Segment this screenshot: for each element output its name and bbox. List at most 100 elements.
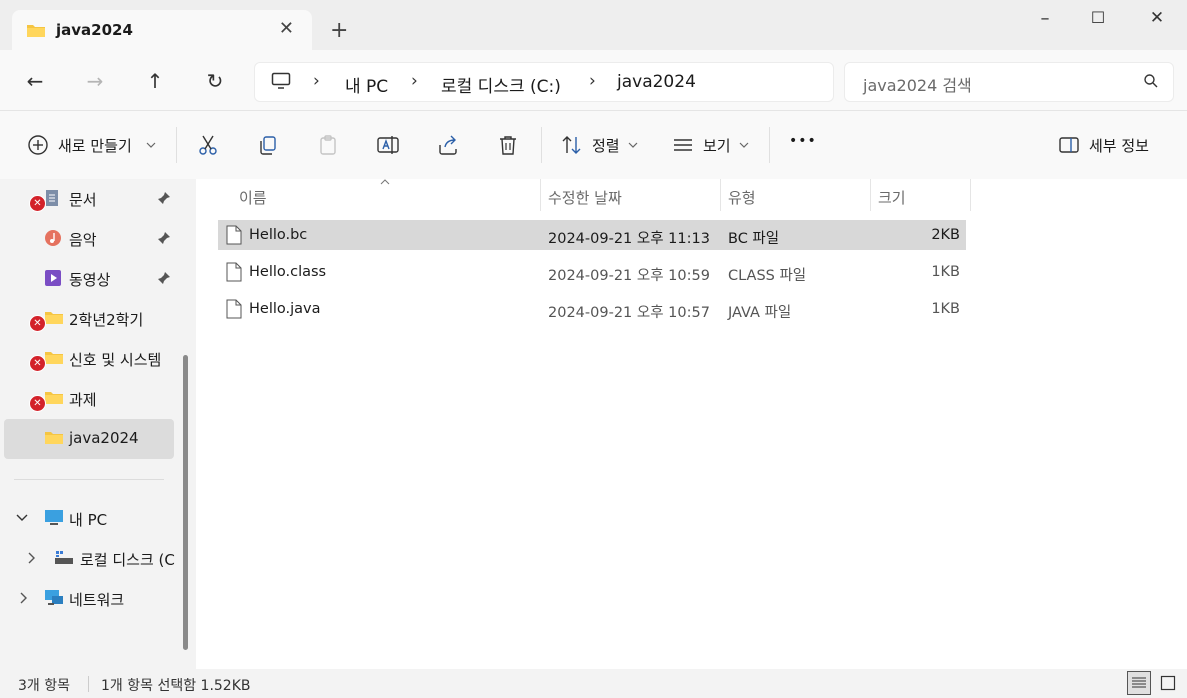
chevron-down-icon	[146, 142, 156, 148]
sidebar-item-2학년2학기[interactable]: ✕ 2학년2학기	[4, 299, 174, 339]
column-divider[interactable]	[970, 179, 971, 211]
breadcrumb-separator: ›	[589, 71, 596, 91]
chevron-right-icon[interactable]	[28, 552, 36, 564]
tab-close-button[interactable]: ✕	[279, 19, 294, 39]
refresh-button[interactable]: ↻	[200, 66, 230, 96]
file-type: CLASS 파일	[728, 268, 807, 284]
file-date: 2024-09-21 오후 10:57	[548, 305, 710, 321]
sync-error-icon: ✕	[29, 195, 46, 212]
column-header-size[interactable]: 크기	[878, 187, 906, 208]
pin-icon[interactable]	[157, 191, 171, 205]
sidebar-item-label: 신호 및 시스템	[69, 351, 162, 369]
close-window-button[interactable]: ✕	[1134, 8, 1180, 30]
paste-icon[interactable]	[316, 133, 340, 157]
sync-error-icon: ✕	[29, 315, 46, 332]
file-type: BC 파일	[728, 231, 780, 247]
column-divider[interactable]	[720, 179, 721, 211]
status-divider	[88, 676, 89, 692]
sidebar-item-local-disk[interactable]: 로컬 디스크 (C	[4, 539, 176, 579]
chevron-down-icon[interactable]	[16, 514, 28, 522]
sort-button[interactable]: 정렬	[592, 135, 620, 156]
chevron-down-icon	[739, 142, 749, 148]
column-divider[interactable]	[540, 179, 541, 211]
tab-java2024[interactable]: java2024 ✕	[12, 10, 312, 50]
large-icons-view-icon[interactable]	[1160, 675, 1176, 691]
view-icon	[674, 139, 692, 151]
breadcrumb-this-pc[interactable]: 내 PC	[345, 72, 388, 97]
column-header-type[interactable]: 유형	[728, 187, 756, 208]
new-button[interactable]: 새로 만들기	[58, 135, 132, 156]
sidebar-item-label: 동영상	[69, 271, 111, 289]
pin-icon[interactable]	[157, 271, 171, 285]
toolbar-divider	[176, 127, 177, 163]
sidebar-item-videos[interactable]: 동영상	[4, 259, 174, 299]
sidebar-item-label: 2학년2학기	[69, 311, 144, 329]
sidebar-item-label: 네트워크	[69, 591, 125, 609]
sidebar-item-documents[interactable]: ✕ 문서	[4, 179, 174, 219]
computer-icon	[271, 72, 291, 89]
music-icon	[45, 230, 61, 246]
sort-ascending-icon	[380, 179, 390, 185]
sidebar-item-music[interactable]: 음악	[4, 219, 174, 259]
copy-icon[interactable]	[256, 133, 280, 157]
toolbar-divider	[769, 127, 770, 163]
details-view-icon	[1132, 677, 1146, 688]
chevron-right-icon[interactable]	[20, 592, 28, 604]
sidebar-item-label: 문서	[69, 191, 97, 209]
status-bar: 3개 항목 1개 항목 선택함 1.52KB	[0, 669, 1187, 698]
search-input[interactable]: java2024 검색	[863, 72, 972, 96]
rename-icon[interactable]	[376, 133, 400, 157]
maximize-button[interactable]: ☐	[1075, 8, 1121, 30]
sidebar-item-signals-and-systems[interactable]: ✕ 신호 및 시스템	[4, 339, 174, 379]
sidebar-scrollbar[interactable]	[183, 355, 188, 650]
column-header-date[interactable]: 수정한 날짜	[548, 187, 622, 208]
sidebar-item-assignments[interactable]: ✕ 과제	[4, 379, 174, 419]
file-type: JAVA 파일	[728, 305, 792, 321]
videos-icon	[45, 270, 61, 286]
share-icon[interactable]	[436, 133, 460, 157]
network-icon	[45, 590, 63, 605]
folder-icon	[27, 25, 45, 37]
forward-button[interactable]: →	[80, 66, 110, 96]
pin-icon[interactable]	[157, 231, 171, 245]
view-button[interactable]: 보기	[703, 135, 731, 156]
breadcrumb-java2024[interactable]: java2024	[617, 72, 696, 92]
breadcrumb-separator: ›	[411, 71, 418, 91]
search-box[interactable]: java2024 검색	[844, 62, 1174, 102]
back-button[interactable]: ←	[20, 66, 50, 96]
new-tab-button[interactable]: +	[330, 20, 348, 42]
details-pane-icon	[1059, 137, 1079, 153]
more-options-button[interactable]: •••	[789, 133, 817, 149]
file-icon	[226, 225, 242, 245]
column-header-name[interactable]: 이름	[239, 187, 267, 208]
file-name: Hello.bc	[249, 227, 308, 243]
address-bar[interactable]: › 내 PC › 로컬 디스크 (C:) › java2024	[254, 62, 834, 102]
sidebar-item-java2024[interactable]: java2024	[4, 419, 174, 459]
sidebar-item-label: 음악	[69, 231, 97, 249]
breadcrumb-local-disk[interactable]: 로컬 디스크 (C:)	[441, 72, 561, 97]
computer-icon	[45, 510, 63, 525]
folder-icon	[45, 392, 63, 404]
delete-icon[interactable]	[496, 133, 520, 157]
sidebar-item-this-pc[interactable]: 내 PC	[4, 499, 174, 539]
file-size: 1KB	[931, 264, 960, 280]
file-row-hello-class[interactable]: Hello.class 2024-09-21 오후 10:59 CLASS 파일…	[218, 257, 966, 287]
up-button[interactable]: ↑	[140, 66, 170, 96]
folder-icon	[45, 432, 63, 444]
file-icon	[226, 299, 242, 319]
file-row-hello-java[interactable]: Hello.java 2024-09-21 오후 10:57 JAVA 파일 1…	[218, 294, 966, 324]
sidebar-item-network[interactable]: 네트워크	[4, 579, 174, 619]
column-divider[interactable]	[870, 179, 871, 211]
folder-icon	[45, 352, 63, 364]
file-icon	[226, 262, 242, 282]
search-icon	[1144, 74, 1158, 88]
cut-icon[interactable]	[196, 133, 220, 157]
new-icon	[28, 135, 48, 155]
file-row-hello-bc[interactable]: Hello.bc 2024-09-21 오후 11:13 BC 파일 2KB	[218, 220, 966, 250]
details-pane-button[interactable]: 세부 정보	[1089, 135, 1149, 156]
minimize-button[interactable]: –	[1022, 8, 1068, 30]
sync-error-icon: ✕	[29, 395, 46, 412]
file-name: Hello.java	[249, 301, 321, 317]
drive-icon	[55, 551, 73, 564]
details-view-button[interactable]	[1127, 671, 1151, 695]
